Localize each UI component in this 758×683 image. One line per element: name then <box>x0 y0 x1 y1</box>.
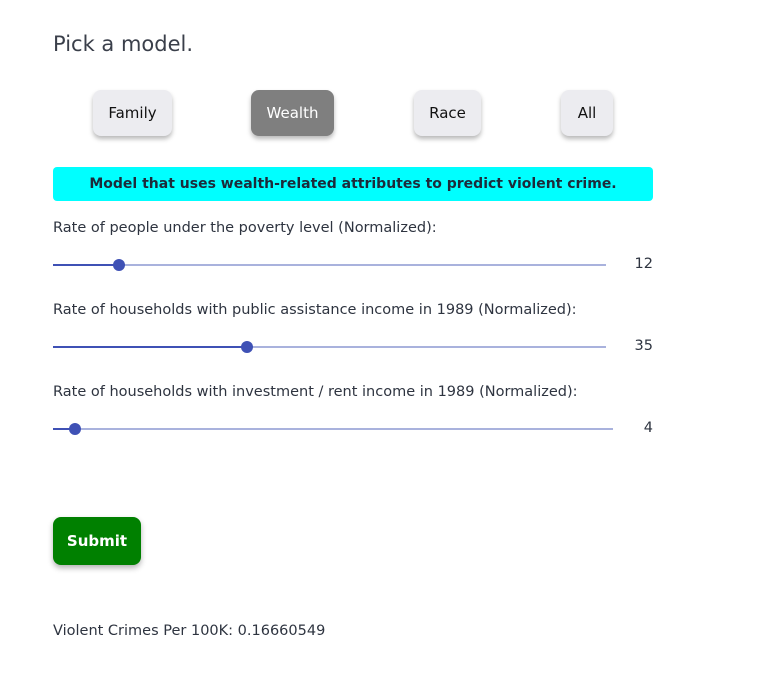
page-title: Pick a model. <box>53 32 194 56</box>
slider-fill <box>53 264 120 266</box>
model-picker-page: Pick a model. Family Wealth Race All Mod… <box>0 0 758 683</box>
public-assistance-label: Rate of households with public assistanc… <box>53 302 577 318</box>
prediction-result: Violent Crimes Per 100K: 0.16660549 <box>53 623 326 639</box>
poverty-rate-value: 12 <box>634 256 653 272</box>
investment-income-value: 4 <box>643 420 653 436</box>
race-model-button[interactable]: Race <box>414 90 481 136</box>
submit-button[interactable]: Submit <box>53 517 141 565</box>
public-assistance-value: 35 <box>634 338 653 354</box>
slider-thumb[interactable] <box>69 423 82 435</box>
poverty-rate-label: Rate of people under the poverty level (… <box>53 220 437 236</box>
investment-income-label: Rate of households with investment / ren… <box>53 384 578 400</box>
investment-income-slider[interactable] <box>53 423 613 435</box>
all-model-button[interactable]: All <box>561 90 613 136</box>
slider-thumb[interactable] <box>113 259 126 271</box>
model-description-banner: Model that uses wealth-related attribute… <box>53 167 653 201</box>
slider-thumb[interactable] <box>240 341 253 353</box>
family-model-button[interactable]: Family <box>93 90 172 136</box>
slider-fill <box>53 346 247 348</box>
public-assistance-slider[interactable] <box>53 341 606 353</box>
wealth-model-button[interactable]: Wealth <box>251 90 334 136</box>
poverty-rate-slider[interactable] <box>53 259 606 271</box>
